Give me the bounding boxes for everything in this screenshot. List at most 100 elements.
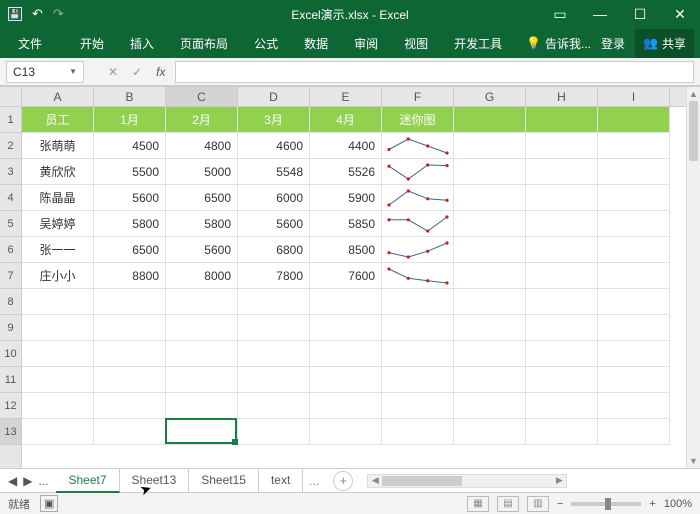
- tab-data[interactable]: 数据: [298, 29, 334, 58]
- cell[interactable]: 8000: [166, 263, 238, 289]
- cell[interactable]: [526, 107, 598, 133]
- zoom-in-icon[interactable]: +: [649, 498, 655, 510]
- cell[interactable]: 6000: [238, 185, 310, 211]
- fx-icon[interactable]: fx: [156, 65, 165, 79]
- cell[interactable]: 1月: [94, 107, 166, 133]
- row-header-11[interactable]: 11: [0, 367, 21, 393]
- tab-review[interactable]: 审阅: [348, 29, 384, 58]
- cell[interactable]: [94, 367, 166, 393]
- cell[interactable]: [94, 341, 166, 367]
- cancel-icon[interactable]: ✕: [108, 65, 118, 79]
- name-box[interactable]: C13 ▼: [6, 61, 84, 83]
- add-sheet-button[interactable]: +: [333, 471, 353, 491]
- tab-file[interactable]: 文件: [0, 29, 60, 58]
- cell[interactable]: [454, 393, 526, 419]
- cell[interactable]: [454, 159, 526, 185]
- cell[interactable]: 8500: [310, 237, 382, 263]
- cell[interactable]: [598, 419, 670, 445]
- scroll-right-icon[interactable]: ▶: [552, 475, 566, 487]
- cell[interactable]: [526, 237, 598, 263]
- cell[interactable]: [454, 289, 526, 315]
- sparkline-cell[interactable]: [382, 237, 454, 263]
- vertical-scrollbar[interactable]: ▲ ▼: [686, 87, 700, 468]
- formula-input[interactable]: [175, 61, 694, 83]
- cell[interactable]: [382, 289, 454, 315]
- cell[interactable]: 5800: [94, 211, 166, 237]
- cell[interactable]: 庄小小: [22, 263, 94, 289]
- cell[interactable]: [598, 107, 670, 133]
- cell[interactable]: 陈晶晶: [22, 185, 94, 211]
- scroll-up-icon[interactable]: ▲: [687, 87, 700, 101]
- cell[interactable]: [22, 341, 94, 367]
- row-header-6[interactable]: 6: [0, 237, 21, 263]
- cell[interactable]: [238, 419, 310, 445]
- undo-icon[interactable]: ↶: [32, 6, 43, 22]
- col-header-D[interactable]: D: [238, 87, 310, 106]
- cell[interactable]: [454, 211, 526, 237]
- cell[interactable]: [166, 393, 238, 419]
- cell[interactable]: [526, 289, 598, 315]
- cell[interactable]: [454, 367, 526, 393]
- sheet-nav-next-icon[interactable]: ▶: [23, 474, 32, 488]
- cell[interactable]: [454, 237, 526, 263]
- cell[interactable]: 5600: [238, 211, 310, 237]
- cell[interactable]: [526, 211, 598, 237]
- cell[interactable]: [598, 185, 670, 211]
- cell[interactable]: 7800: [238, 263, 310, 289]
- cell[interactable]: [22, 393, 94, 419]
- col-header-A[interactable]: A: [22, 87, 94, 106]
- cell[interactable]: [598, 211, 670, 237]
- cell[interactable]: [238, 289, 310, 315]
- cell[interactable]: 4800: [166, 133, 238, 159]
- view-pagebreak-icon[interactable]: ▥: [527, 496, 549, 512]
- tab-formulas[interactable]: 公式: [248, 29, 284, 58]
- cell[interactable]: [454, 315, 526, 341]
- enter-icon[interactable]: ✓: [132, 65, 142, 79]
- sheet-tabs-more[interactable]: ...: [303, 474, 325, 488]
- view-pagelayout-icon[interactable]: ▤: [497, 496, 519, 512]
- cell[interactable]: 5800: [166, 211, 238, 237]
- cell[interactable]: 员工: [22, 107, 94, 133]
- zoom-out-icon[interactable]: −: [557, 498, 563, 510]
- grid[interactable]: 员工1月2月3月4月迷你图张萌萌4500480046004400黄欣欣55005…: [22, 107, 686, 468]
- row-header-13[interactable]: 13: [0, 419, 21, 445]
- row-header-3[interactable]: 3: [0, 159, 21, 185]
- cell[interactable]: [598, 341, 670, 367]
- cell[interactable]: 5548: [238, 159, 310, 185]
- login-link[interactable]: 登录: [601, 35, 625, 52]
- cell[interactable]: [22, 367, 94, 393]
- cell[interactable]: [310, 367, 382, 393]
- row-header-7[interactable]: 7: [0, 263, 21, 289]
- cell[interactable]: [526, 393, 598, 419]
- cell[interactable]: [310, 341, 382, 367]
- sparkline-cell[interactable]: [382, 211, 454, 237]
- cell[interactable]: [598, 159, 670, 185]
- hscroll-thumb[interactable]: [382, 476, 462, 486]
- row-header-1[interactable]: 1: [0, 107, 21, 133]
- cell[interactable]: [598, 315, 670, 341]
- cell[interactable]: 5600: [94, 185, 166, 211]
- cell[interactable]: [598, 237, 670, 263]
- cell[interactable]: [310, 315, 382, 341]
- cell[interactable]: 8800: [94, 263, 166, 289]
- cell[interactable]: [526, 315, 598, 341]
- col-header-C[interactable]: C: [166, 87, 238, 106]
- cell[interactable]: [598, 289, 670, 315]
- cell[interactable]: 黄欣欣: [22, 159, 94, 185]
- tab-dev[interactable]: 开发工具: [448, 29, 508, 58]
- cell[interactable]: [598, 263, 670, 289]
- col-header-H[interactable]: H: [526, 87, 598, 106]
- cell[interactable]: [94, 393, 166, 419]
- sheet-nav-prev-icon[interactable]: ◀: [8, 474, 17, 488]
- cell[interactable]: [238, 393, 310, 419]
- cell[interactable]: [454, 263, 526, 289]
- row-header-12[interactable]: 12: [0, 393, 21, 419]
- cell[interactable]: [526, 263, 598, 289]
- row-header-9[interactable]: 9: [0, 315, 21, 341]
- tab-view[interactable]: 视图: [398, 29, 434, 58]
- vscroll-thumb[interactable]: [689, 101, 698, 161]
- row-header-10[interactable]: 10: [0, 341, 21, 367]
- cell[interactable]: [526, 133, 598, 159]
- cell[interactable]: [382, 393, 454, 419]
- cell[interactable]: [22, 419, 94, 445]
